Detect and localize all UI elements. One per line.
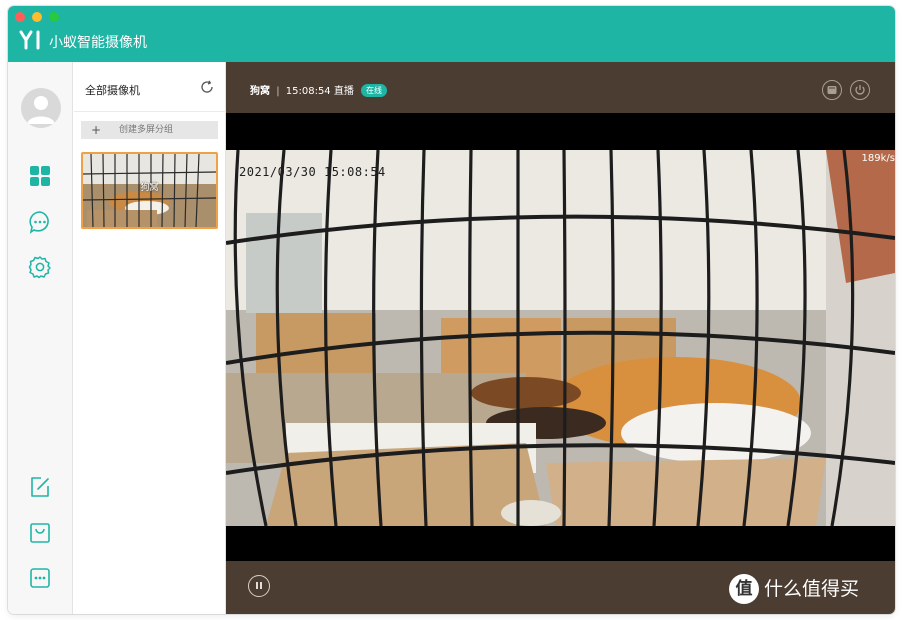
nav-feedback-button[interactable] <box>27 474 53 500</box>
header-separator: | <box>276 86 280 97</box>
watermark-text: 什么值得买 <box>764 578 860 600</box>
refresh-icon[interactable] <box>200 80 214 94</box>
edit-icon <box>31 477 49 497</box>
nav-sidebar <box>8 62 73 614</box>
settings-gear-icon <box>28 256 51 279</box>
nav-cameras-button[interactable] <box>27 163 53 189</box>
live-video-feed[interactable]: 2021/03/30 15:08:54 189k/s <box>226 113 895 561</box>
player-header: 狗窝 | 15:08:54 直播 在线 <box>250 82 388 98</box>
site-watermark: 值什么值得买 <box>729 574 895 606</box>
camera-list-panel: 全部摄像机 + 创建多屏分组 狗窝 <box>74 62 226 614</box>
power-icon <box>855 85 865 95</box>
close-window-button[interactable] <box>15 12 25 22</box>
user-icon <box>27 96 55 124</box>
bag-icon <box>30 523 50 543</box>
pause-button[interactable] <box>248 575 270 597</box>
live-video-frame <box>226 149 895 527</box>
nav-store-button[interactable] <box>27 520 53 546</box>
more-icon <box>30 568 50 588</box>
power-button[interactable] <box>850 80 870 100</box>
user-avatar[interactable] <box>21 88 61 128</box>
player-time: 15:08:54 <box>285 86 331 97</box>
list-divider <box>74 111 226 112</box>
minimize-window-button[interactable] <box>32 12 42 22</box>
create-group-button[interactable]: + 创建多屏分组 <box>81 121 218 139</box>
app-title: 小蚁智能摄像机 <box>49 35 147 51</box>
nav-settings-button[interactable] <box>27 254 53 280</box>
watermark-logo-icon: 值 <box>729 574 759 604</box>
online-status-badge: 在线 <box>361 84 388 97</box>
player-camera-name: 狗窝 <box>250 86 270 97</box>
app-window: 小蚁智能摄像机 全部摄像机 + 创建多屏分组 狗窝 狗窝 | 15:08:54 … <box>8 6 895 614</box>
title-bar: 小蚁智能摄像机 <box>8 6 895 62</box>
nav-more-button[interactable] <box>27 565 53 591</box>
camera-thumbnail-label: 狗窝 <box>140 183 159 193</box>
yi-logo-icon <box>19 30 40 50</box>
video-bitrate: 189k/s <box>861 153 895 164</box>
camera-list-title: 全部摄像机 <box>85 84 140 97</box>
nav-messages-button[interactable] <box>27 209 53 235</box>
sd-card-icon <box>827 86 837 94</box>
plus-icon: + <box>91 123 102 137</box>
grid-icon <box>30 166 50 186</box>
sd-card-button[interactable] <box>822 80 842 100</box>
player-mode: 直播 <box>333 86 354 97</box>
camera-thumbnail-card[interactable]: 狗窝 <box>81 152 218 229</box>
maximize-window-button[interactable] <box>49 12 59 22</box>
video-timestamp: 2021/03/30 15:08:54 <box>239 165 386 179</box>
create-group-label: 创建多屏分组 <box>119 125 174 135</box>
live-player: 狗窝 | 15:08:54 直播 在线 2021/03/30 15:08:54 … <box>226 62 895 614</box>
message-icon <box>29 211 49 234</box>
